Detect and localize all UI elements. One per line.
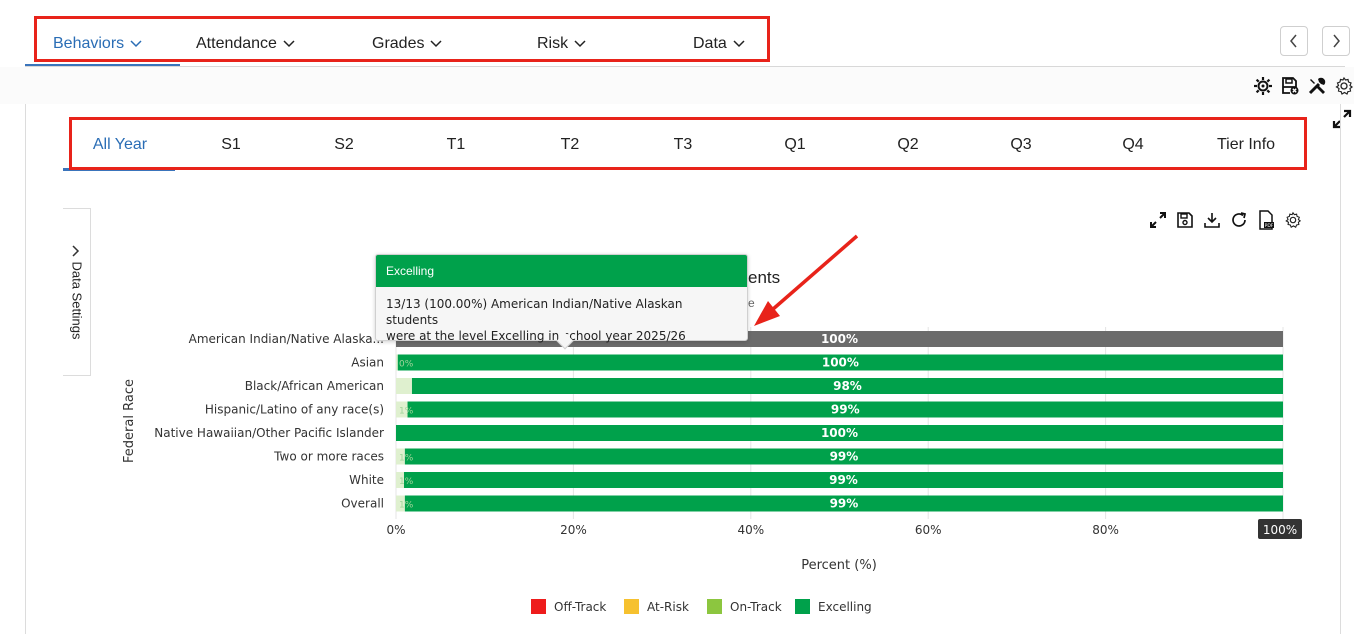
excelling-data-label: 99%: [830, 497, 859, 511]
on-track-data-label: 1%: [399, 454, 414, 464]
chart-title: ents: [748, 268, 781, 287]
category-label: Two or more races: [273, 450, 384, 464]
legend-label: On-Track: [730, 600, 782, 614]
x-tick-label: 60%: [915, 523, 942, 537]
on-track-data-label: 1%: [399, 501, 414, 511]
excelling-data-label: 100%: [821, 426, 858, 440]
category-label: American Indian/Native Alaska...: [189, 332, 384, 346]
legend-label: At-Risk: [647, 600, 689, 614]
x-axis-label: Percent (%): [801, 558, 877, 573]
legend-swatch: [795, 599, 810, 614]
on-track-data-label: 0%: [399, 360, 414, 370]
legend-swatch: [624, 599, 639, 614]
legend-swatch: [707, 599, 722, 614]
excelling-data-label: 100%: [821, 332, 858, 346]
chart-tooltip: Excelling 13/13 (100.00%) American India…: [375, 254, 748, 350]
excelling-data-label: 99%: [830, 450, 859, 464]
category-label: Asian: [351, 356, 384, 370]
category-label: White: [349, 473, 384, 487]
x-tick-label: 0%: [386, 523, 405, 537]
tooltip-title: Excelling: [376, 255, 747, 287]
excelling-data-label: 99%: [831, 403, 860, 417]
chart-subtitle: e: [748, 296, 755, 310]
legend-label: Off-Track: [554, 600, 606, 614]
category-label: Native Hawaiian/Other Pacific Islander: [154, 426, 384, 440]
legend-swatch: [531, 599, 546, 614]
bar-on-track: [396, 378, 412, 394]
category-label: Overall: [341, 497, 384, 511]
x-tick-label: 100%: [1263, 523, 1297, 537]
on-track-data-label: 1%: [399, 477, 414, 487]
x-tick-label: 80%: [1092, 523, 1119, 537]
excelling-data-label: 98%: [833, 379, 862, 393]
y-axis-label: Federal Race: [122, 379, 137, 463]
on-track-data-label: 1%: [399, 407, 414, 417]
category-label: Black/African American: [245, 379, 384, 393]
excelling-data-label: 99%: [829, 473, 858, 487]
tooltip-line-1: 13/13 (100.00%) American Indian/Native A…: [386, 297, 683, 327]
bar-on-track: [396, 354, 398, 371]
x-tick-label: 20%: [560, 523, 587, 537]
x-tick-label: 40%: [737, 523, 764, 537]
excelling-data-label: 100%: [822, 356, 859, 370]
legend-label: Excelling: [818, 600, 872, 614]
category-label: Hispanic/Latino of any race(s): [205, 403, 384, 417]
